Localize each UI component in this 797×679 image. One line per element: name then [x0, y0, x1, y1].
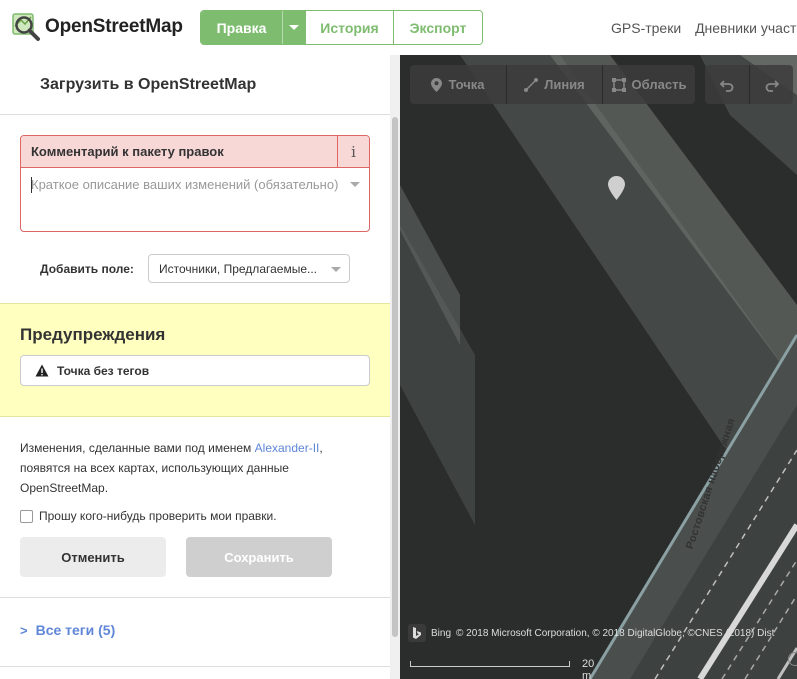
sidebar-header: Загрузить в OpenStreetMap: [0, 55, 390, 115]
undo-button[interactable]: [705, 65, 749, 104]
add-field-value: Источники, Предлагаемые...: [159, 262, 317, 276]
warning-item[interactable]: Точка без тегов: [20, 355, 370, 386]
osm-logo-icon: [12, 13, 40, 41]
logo[interactable]: OpenStreetMap: [11, 12, 183, 42]
attribution-text: © 2018 Microsoft Corporation, © 2018 Dig…: [456, 627, 775, 639]
redo-icon: [765, 79, 779, 92]
add-point-label: Точка: [448, 77, 485, 92]
tab-export[interactable]: Экспорт: [393, 11, 482, 44]
scrollbar-thumb[interactable]: [392, 117, 398, 637]
comment-placeholder: Краткое описание ваших изменений (обязат…: [31, 177, 339, 192]
minimap-toggle-icon[interactable]: [788, 652, 797, 666]
warning-text: Точка без тегов: [57, 363, 150, 378]
combo-caret-icon[interactable]: [350, 182, 360, 187]
cancel-button[interactable]: Отменить: [20, 537, 166, 577]
warnings-section: Предупреждения Точка без тегов: [0, 303, 390, 417]
comment-header: Комментарий к пакету правок i: [21, 136, 369, 168]
edit-menu-button[interactable]: [282, 11, 305, 44]
line-icon: [524, 77, 539, 92]
chevron-down-icon: [289, 25, 299, 30]
save-button[interactable]: Сохранить: [186, 537, 332, 577]
sidebar-title: Загрузить в OpenStreetMap: [40, 76, 257, 93]
sidebar: Загрузить в OpenStreetMap Комментарий к …: [0, 55, 400, 679]
nav-user-diaries[interactable]: Дневники участ: [695, 20, 796, 36]
tab-edit[interactable]: Правка: [201, 11, 282, 44]
review-label: Прошу кого-нибудь проверить мои правки.: [39, 509, 277, 523]
add-line-button[interactable]: Линия: [506, 65, 602, 104]
all-tags-toggle[interactable]: > Все теги (5): [20, 622, 115, 638]
scale-bar: [410, 661, 570, 667]
top-bar: OpenStreetMap Правка История Экспорт GPS…: [0, 0, 797, 55]
changeset-comment-field: Комментарий к пакету правок i Краткое оп…: [20, 135, 370, 232]
chevron-right-icon: >: [20, 622, 28, 638]
all-tags-label: Все теги (5): [35, 622, 116, 638]
point-icon: [431, 77, 443, 92]
add-field-label: Добавить поле:: [40, 261, 134, 276]
tab-history[interactable]: История: [305, 11, 393, 44]
map-toolbar: Точка Линия Область: [410, 65, 797, 104]
nav-gps-traces[interactable]: GPS-треки: [611, 20, 681, 36]
area-icon: [611, 77, 626, 92]
add-field-row: Добавить поле: Источники, Предлагаемые..…: [40, 254, 350, 283]
review-checkbox[interactable]: [20, 509, 33, 523]
undo-redo-group: [705, 65, 793, 104]
undo-icon: [720, 79, 734, 92]
redo-button[interactable]: [749, 65, 793, 104]
bing-label: Bing: [431, 627, 452, 639]
main-tabs: Правка История Экспорт: [200, 10, 483, 45]
add-field-combo[interactable]: Источники, Предлагаемые...: [148, 254, 350, 283]
divider: [0, 666, 390, 667]
add-line-label: Линия: [544, 77, 585, 92]
scale-label: 20 m: [582, 658, 595, 679]
user-link[interactable]: Alexander-II: [255, 441, 320, 455]
add-feature-group: Точка Линия Область: [410, 65, 695, 104]
logo-text: OpenStreetMap: [45, 16, 183, 37]
comment-input[interactable]: Краткое описание ваших изменений (обязат…: [21, 168, 369, 201]
warnings-title: Предупреждения: [20, 325, 166, 344]
map-pin-icon[interactable]: [608, 176, 625, 200]
sidebar-scrollbar[interactable]: [390, 55, 400, 679]
satellite-imagery: [400, 55, 797, 679]
review-request-row[interactable]: Прошу кого-нибудь проверить мои правки.: [20, 509, 277, 523]
text-cursor: [31, 177, 32, 193]
divider: [0, 597, 390, 598]
info-text-before: Изменения, сделанные вами под именем: [20, 441, 255, 455]
warning-icon: [35, 364, 49, 377]
combo-caret-icon[interactable]: [331, 267, 341, 272]
add-point-button[interactable]: Точка: [410, 65, 506, 104]
map-view[interactable]: Точка Линия Область Ростовская набережна…: [400, 55, 797, 679]
secondary-nav: GPS-треки Дневники участ: [611, 20, 797, 36]
imagery-attribution[interactable]: Bing © 2018 Microsoft Corporation, © 201…: [408, 624, 774, 642]
comment-label: Комментарий к пакету правок: [31, 144, 224, 159]
info-icon[interactable]: i: [337, 136, 369, 167]
bing-logo-icon: [408, 624, 426, 642]
upload-info-text: Изменения, сделанные вами под именем Ale…: [20, 438, 365, 498]
add-area-label: Область: [631, 77, 687, 92]
add-area-button[interactable]: Область: [602, 65, 695, 104]
